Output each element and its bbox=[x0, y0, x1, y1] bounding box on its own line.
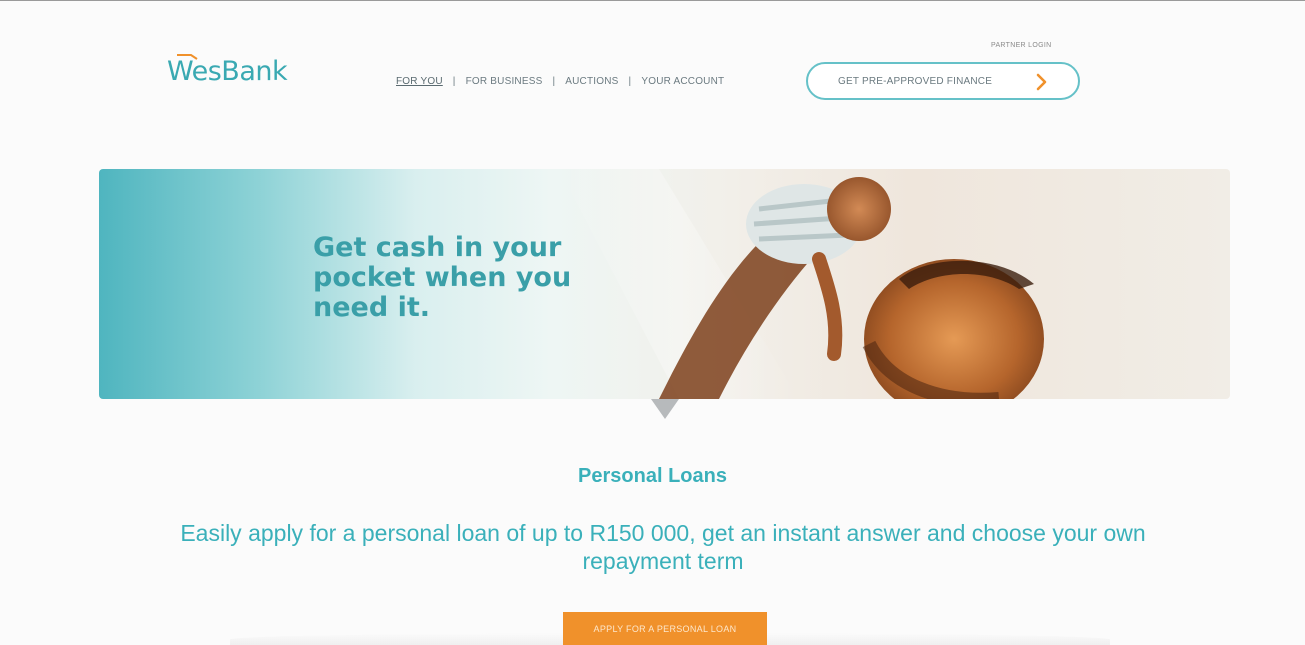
nav-separator: | bbox=[552, 76, 556, 87]
hero-notch bbox=[651, 399, 679, 419]
hero-headline: Get cash in your pocket when you need it… bbox=[313, 232, 572, 323]
hero-photo-illustration bbox=[559, 169, 1044, 399]
page-title: Personal Loans bbox=[578, 465, 727, 487]
wesbank-logo[interactable]: WesBank bbox=[167, 54, 288, 87]
logo-mark-icon bbox=[177, 54, 198, 60]
nav-for-business[interactable]: FOR BUSINESS bbox=[466, 76, 543, 87]
apply-personal-loan-button[interactable]: APPLY FOR A PERSONAL LOAN bbox=[563, 612, 767, 645]
lead-text: Easily apply for a personal loan of up t… bbox=[180, 520, 1146, 574]
logo-text: WesBank bbox=[167, 56, 288, 87]
hero-banner: Get cash in your pocket when you need it… bbox=[99, 169, 1230, 419]
partner-login-link[interactable]: PARTNER LOGIN bbox=[991, 42, 1051, 49]
get-pre-approved-finance-button[interactable]: GET PRE-APPROVED FINANCE bbox=[806, 62, 1080, 100]
nav-for-you[interactable]: FOR YOU bbox=[396, 76, 443, 87]
chevron-right-icon bbox=[1036, 73, 1047, 91]
main-nav: FOR YOU | FOR BUSINESS | AUCTIONS | YOUR… bbox=[396, 76, 724, 87]
cta-label: GET PRE-APPROVED FINANCE bbox=[838, 75, 993, 87]
hero-image bbox=[99, 169, 1230, 399]
nav-separator: | bbox=[452, 76, 456, 87]
page: WesBank PARTNER LOGIN FOR YOU | FOR BUSI… bbox=[0, 0, 1305, 645]
nav-your-account[interactable]: YOUR ACCOUNT bbox=[641, 76, 724, 87]
nav-auctions[interactable]: AUCTIONS bbox=[565, 76, 618, 87]
nav-separator: | bbox=[628, 76, 632, 87]
